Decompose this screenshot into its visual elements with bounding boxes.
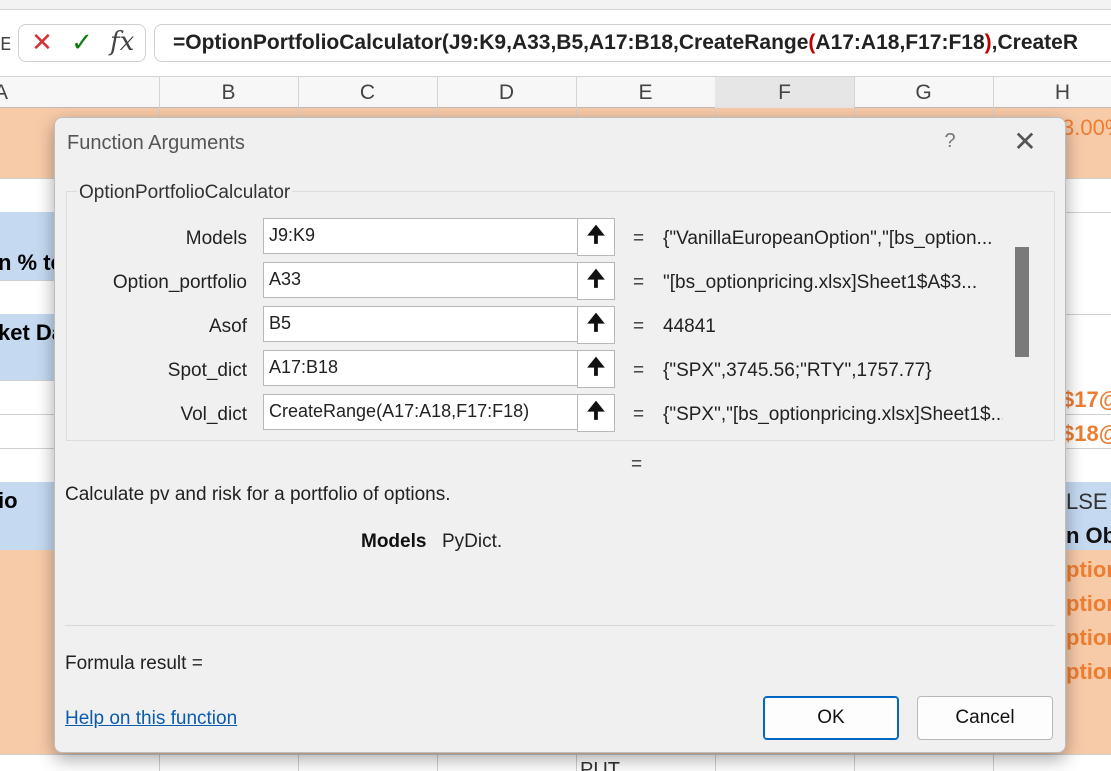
help-icon[interactable]: ? <box>940 130 960 153</box>
name-box-edge[interactable]: E <box>0 34 11 55</box>
column-headers: A B C D E F G H <box>0 76 1111 111</box>
arg-input-vol-dict[interactable]: CreateRange(A17:A18,F17:F18) <box>263 394 611 430</box>
dialog-title: Function Arguments <box>67 132 245 154</box>
collapse-dialog-icon[interactable]: 🠉 <box>577 218 615 256</box>
cell-text: ption <box>1066 591 1111 616</box>
cell-text: 3.00% <box>1062 115 1111 140</box>
arguments-group: OptionPortfolioCalculator Models J9:K9 🠉… <box>66 182 1055 441</box>
equals-sign: = <box>633 272 645 293</box>
function-arguments-dialog: Function Arguments ? ✕ OptionPortfolioCa… <box>54 117 1066 753</box>
cancel-button[interactable]: Cancel <box>917 696 1053 740</box>
cell-text: n Obj <box>1066 523 1111 548</box>
column-label: A <box>0 81 9 104</box>
formula-result-label: Formula result = <box>65 653 203 674</box>
arg-input-spot-dict[interactable]: A17:B18 <box>263 350 611 386</box>
column-header-a[interactable]: A <box>0 77 160 109</box>
column-header-d[interactable]: D <box>437 77 577 109</box>
equals-sign: = <box>633 316 645 337</box>
divider <box>65 625 1055 626</box>
cell-text: PUT <box>580 759 620 771</box>
arg-result-asof: 44841 <box>663 316 716 337</box>
arg-input-option-portfolio[interactable]: A33 <box>263 262 611 298</box>
cell-text: $17@ <box>1062 387 1111 412</box>
cell-text: LSE <box>1066 489 1108 514</box>
column-header-f[interactable]: F <box>715 77 855 111</box>
column-header-b[interactable]: B <box>159 77 299 109</box>
cell-text: ption <box>1066 557 1111 582</box>
ok-button[interactable]: OK <box>763 696 899 740</box>
cancel-entry-icon[interactable]: ✕ <box>30 30 54 56</box>
formula-text-tail: ,CreateR <box>991 31 1079 54</box>
collapse-dialog-icon[interactable]: 🠉 <box>577 350 615 388</box>
formula-input[interactable]: =OptionPortfolioCalculator(J9:K9,A33,B5,… <box>154 24 1111 62</box>
help-on-function-link[interactable]: Help on this function <box>65 708 237 730</box>
arg-label-option-portfolio: Option_portfolio <box>112 272 247 293</box>
cell-text: ption <box>1066 659 1111 684</box>
arg-input-asof[interactable]: B5 <box>263 306 611 342</box>
column-header-g[interactable]: G <box>854 77 994 109</box>
collapse-dialog-icon[interactable]: 🠉 <box>577 262 615 300</box>
insert-function-icon[interactable]: fx <box>110 27 140 57</box>
arg-label-spot-dict: Spot_dict <box>167 360 247 381</box>
arg-label-models: Models <box>185 228 247 249</box>
arg-result-models: {"VanillaEuropeanOption","[bs_option... <box>663 228 993 249</box>
argument-help-name: Models <box>361 531 427 552</box>
equals-sign: = <box>633 404 645 425</box>
arg-label-asof: Asof <box>208 316 247 337</box>
enter-check-icon[interactable]: ✓ <box>67 30 97 56</box>
function-name-label: OptionPortfolioCalculator <box>77 182 293 204</box>
arg-result-vol-dict: {"SPX","[bs_optionpricing.xlsx]Sheet1$..… <box>663 404 1003 425</box>
arg-result-option-portfolio: "[bs_optionpricing.xlsx]Sheet1$A$3... <box>663 272 978 293</box>
column-header-c[interactable]: C <box>298 77 438 109</box>
cell-text: $18@ <box>1062 421 1111 446</box>
arg-result-spot-dict: {"SPX",3745.56;"RTY",1757.77} <box>663 360 932 381</box>
column-header-h[interactable]: H <box>993 77 1111 109</box>
close-icon[interactable]: ✕ <box>1010 124 1040 160</box>
collapse-dialog-icon[interactable]: 🠉 <box>577 306 615 344</box>
function-description: Calculate pv and risk for a portfolio of… <box>65 484 451 505</box>
cell-text: ption <box>1066 625 1111 650</box>
column-header-e[interactable]: E <box>576 77 716 109</box>
arg-input-models[interactable]: J9:K9 <box>263 218 611 254</box>
collapse-dialog-icon[interactable]: 🠉 <box>577 394 615 432</box>
formula-paren-close: ) <box>984 31 992 54</box>
cell-text: io <box>0 488 18 513</box>
scrollbar-thumb[interactable] <box>1015 247 1029 357</box>
function-result-equals: = <box>631 454 643 475</box>
grid-row <box>0 754 1111 771</box>
equals-sign: = <box>633 360 645 381</box>
argument-help-text: PyDict. <box>442 531 503 552</box>
title-bar-strip <box>0 0 1111 10</box>
formula-text-inner: A17:A18,F17:F18 <box>815 31 985 54</box>
equals-sign: = <box>633 228 645 249</box>
formula-text: =OptionPortfolioCalculator(J9:K9,A33,B5,… <box>173 31 809 54</box>
arg-label-vol-dict: Vol_dict <box>180 404 247 425</box>
